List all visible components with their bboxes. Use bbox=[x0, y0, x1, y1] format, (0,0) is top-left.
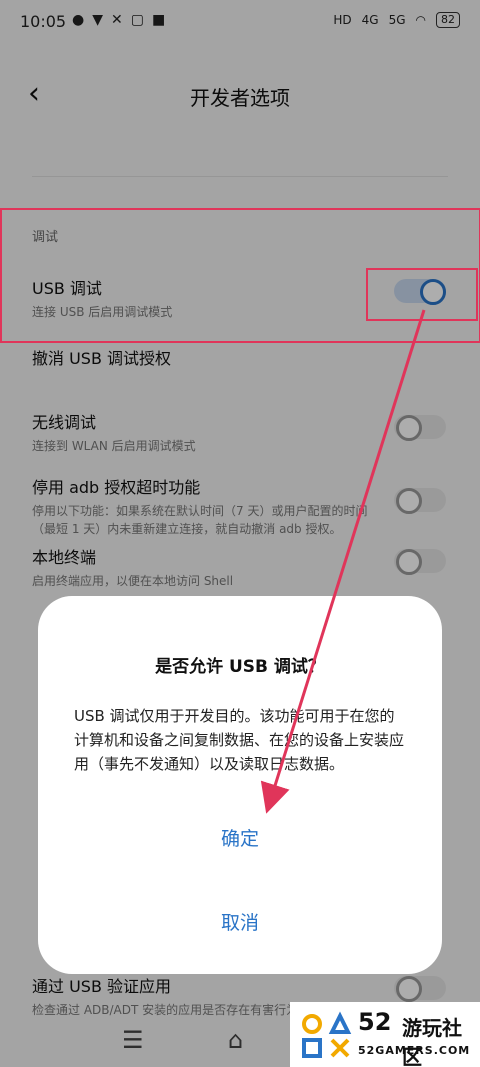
watermark-name: 游玩社区 bbox=[402, 1016, 462, 1067]
watermark-logo bbox=[302, 1011, 352, 1058]
watermark-number: 52 bbox=[358, 1008, 392, 1036]
watermark-domain: 52GAMERS.COM bbox=[358, 1044, 471, 1057]
annotation-arrow bbox=[260, 309, 426, 814]
watermark: 52 游玩社区 52GAMERS.COM bbox=[290, 1002, 480, 1067]
screen: 10:05 ● ▼ ✕ ▢ ■ HD 4G 5G ◠ 82 ‹ 开发者选项 调试… bbox=[0, 0, 480, 1067]
